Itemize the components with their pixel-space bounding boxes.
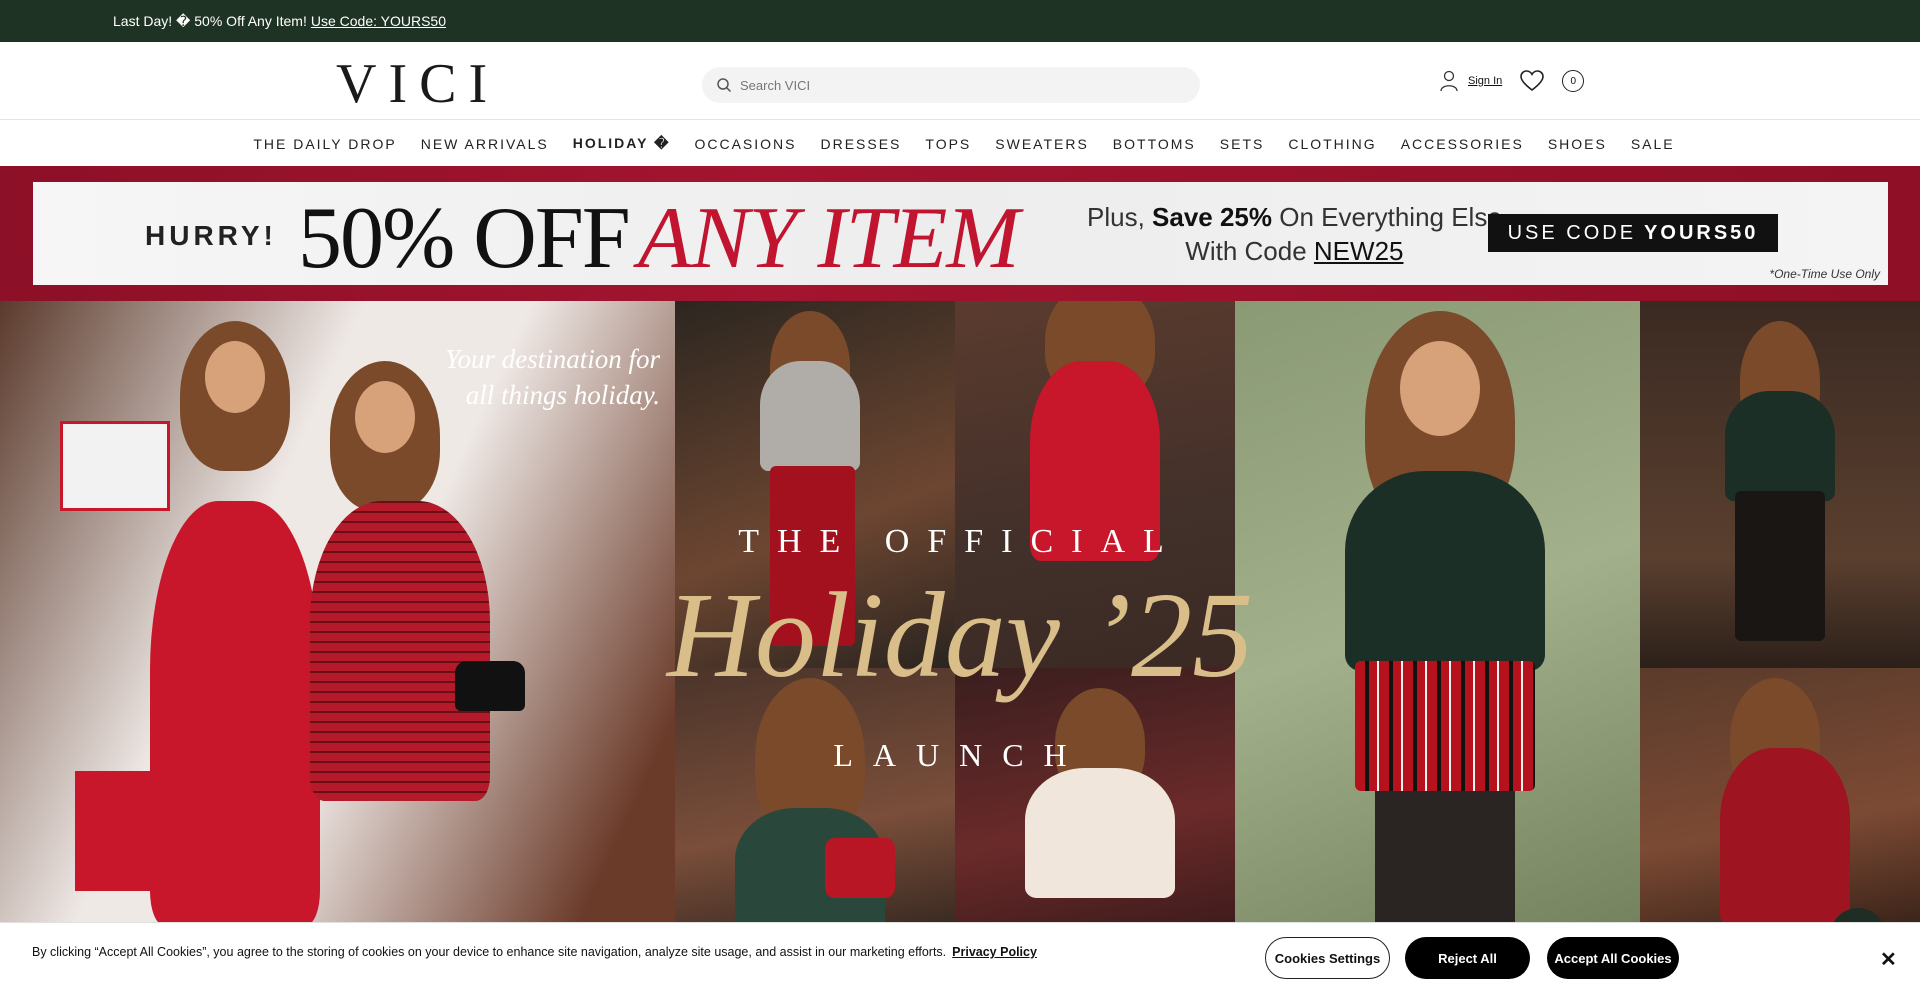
promo-fifty-off: 50% OFF: [298, 190, 631, 287]
promo-hurry: HURRY!: [145, 220, 277, 251]
nav-clothing[interactable]: CLOTHING: [1288, 136, 1376, 152]
hero-photo-plaid-blazer: [675, 668, 955, 925]
promo-card: HURRY! 50% OFF ANY ITEM Plus, Save 25% O…: [33, 182, 1888, 287]
vici-logo[interactable]: VICI: [336, 56, 499, 112]
sign-in-link[interactable]: Sign In: [1440, 70, 1502, 92]
nav-sweaters[interactable]: SWEATERS: [995, 136, 1089, 152]
cart-count: 0: [1570, 75, 1577, 87]
user-icon: [1440, 70, 1458, 92]
nav-occasions[interactable]: OCCASIONS: [694, 136, 796, 152]
promo-one-time-note: *One-Time Use Only: [1769, 267, 1880, 281]
cookie-notice: By clicking “Accept All Cookies”, you ag…: [32, 945, 1037, 959]
nav-new-arrivals[interactable]: NEW ARRIVALS: [421, 136, 549, 152]
cookie-notice-text: By clicking “Accept All Cookies”, you ag…: [32, 945, 947, 959]
header-icons: Sign In 0: [1440, 70, 1585, 92]
accept-all-cookies-button[interactable]: Accept All Cookies: [1547, 937, 1679, 979]
hero-collage[interactable]: Your destination for all things holiday.…: [0, 301, 1920, 925]
red-handbag: [825, 838, 895, 898]
hero-photo-bow-sweater: [955, 668, 1235, 925]
announcement-code-link[interactable]: Use Code: YOURS50: [311, 13, 446, 29]
red-velvet-dress: [1720, 748, 1850, 925]
promo-any-item: ANY ITEM: [638, 190, 1020, 287]
cart-button[interactable]: 0: [1562, 70, 1585, 92]
nav-bottoms[interactable]: BOTTOMS: [1113, 136, 1196, 152]
search-bar[interactable]: [702, 67, 1200, 103]
martini-sweater: [1725, 391, 1835, 501]
gift-box-white: [60, 421, 170, 511]
promo-code-yours50: YOURS50: [1644, 221, 1759, 244]
announcement-bar: Last Day! � 50% Off Any Item! Use Code: …: [0, 0, 1920, 42]
promo-banner[interactable]: HURRY! 50% OFF ANY ITEM Plus, Save 25% O…: [0, 166, 1920, 301]
promo-plus-text: Plus,: [1087, 202, 1153, 232]
nav-sale[interactable]: SALE: [1631, 136, 1675, 152]
nav-shoes[interactable]: SHOES: [1548, 136, 1607, 152]
site-header: VICI Sign In 0: [0, 42, 1920, 120]
search-icon: [717, 78, 732, 93]
promo-secondary-offer: Plus, Save 25% On Everything Else With C…: [1087, 200, 1502, 268]
bow-sweater: [1025, 768, 1175, 898]
promo-code-new25: NEW25: [1313, 236, 1404, 266]
heart-icon[interactable]: [1520, 70, 1545, 92]
privacy-policy-link[interactable]: Privacy Policy: [952, 945, 1037, 959]
close-icon[interactable]: ✕: [1880, 947, 1897, 972]
black-tights: [1375, 791, 1515, 925]
announcement-text: Last Day! � 50% Off Any Item!: [113, 12, 307, 29]
model-face: [205, 341, 265, 413]
hero-photo-velvet-dress: [1640, 668, 1920, 925]
sign-in-label: Sign In: [1468, 75, 1503, 87]
nav-tops[interactable]: TOPS: [925, 136, 971, 152]
cookies-settings-button[interactable]: Cookies Settings: [1265, 937, 1390, 979]
nav-the-daily-drop[interactable]: THE DAILY DROP: [253, 136, 396, 152]
gift-box-red: [75, 771, 215, 891]
promo-save-25: Save 25%: [1152, 202, 1273, 232]
hero-tagline: Your destination for all things holiday.: [390, 341, 660, 413]
nav-holiday[interactable]: HOLIDAY �: [573, 135, 671, 152]
model-face: [1400, 341, 1480, 436]
promo-use-code-label: USE CODE: [1507, 221, 1637, 244]
main-nav: THE DAILY DROP NEW ARRIVALS HOLIDAY � OC…: [0, 121, 1920, 166]
cookie-banner: By clicking “Accept All Cookies”, you ag…: [0, 922, 1920, 993]
nav-accessories[interactable]: ACCESSORIES: [1401, 136, 1524, 152]
search-input[interactable]: [740, 77, 1160, 93]
promo-with-code: With Code: [1185, 236, 1314, 266]
nav-dresses[interactable]: DRESSES: [820, 136, 901, 152]
nav-sets[interactable]: SETS: [1220, 136, 1265, 152]
promo-use-code-box: USE CODE YOURS50: [1488, 214, 1778, 252]
promo-everything-else: On Everything Else: [1272, 202, 1502, 232]
reject-all-button[interactable]: Reject All: [1405, 937, 1530, 979]
hero-holiday-title: Holiday ’25: [666, 568, 1254, 703]
hero-tagline-line1: Your destination for: [444, 344, 660, 374]
hero-tagline-line2: all things holiday.: [465, 380, 660, 410]
hero-official-text: THE OFFICIAL: [738, 523, 1182, 560]
hero-launch-text: LAUNCH: [833, 737, 1087, 773]
merry-bright-sweater: [760, 361, 860, 471]
